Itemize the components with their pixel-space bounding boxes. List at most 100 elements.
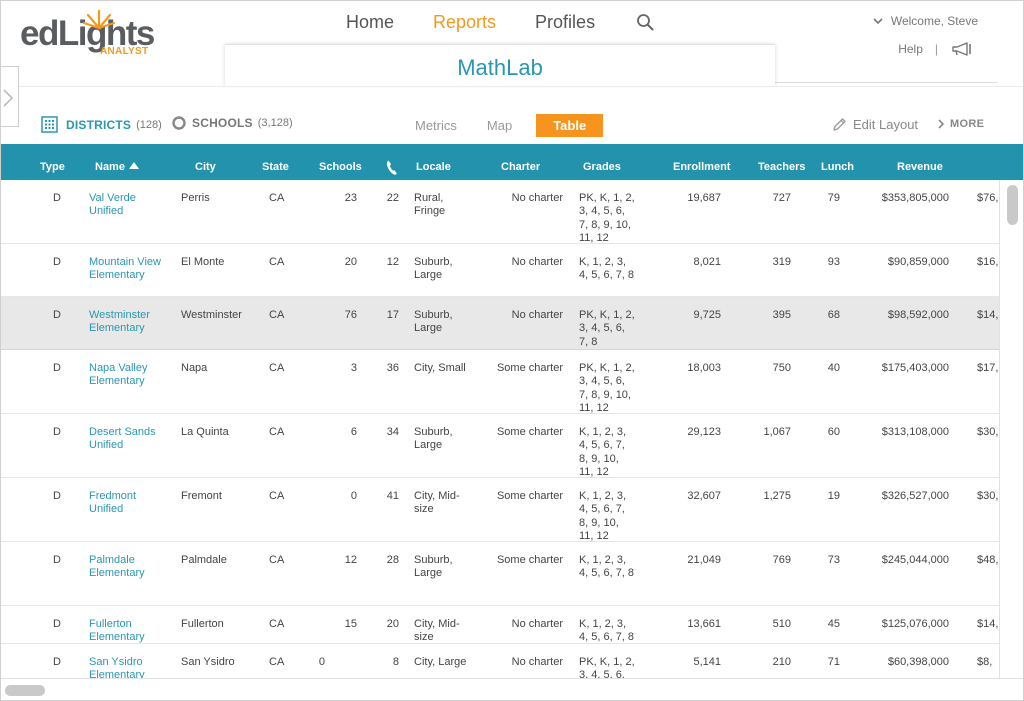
cell-name[interactable]: Val Verde Unified: [89, 192, 177, 219]
cell-revenue: $353,805,000: [859, 192, 949, 205]
cell-locale-line: Large: [414, 269, 443, 282]
districts-label: DISTRICTS: [66, 117, 132, 132]
cell-city: Napa: [181, 362, 261, 375]
help-link[interactable]: Help: [898, 42, 923, 56]
nav-profiles[interactable]: Profiles: [535, 12, 595, 33]
cell-name-line: Unified: [89, 439, 124, 452]
cell-enrollment: 8,021: [661, 256, 721, 269]
cell-teachers-line: 750: [772, 362, 791, 374]
cell-schools: 12: [321, 554, 357, 567]
column-header-schools[interactable]: Schools: [319, 161, 362, 173]
nav-reports[interactable]: Reports: [433, 12, 496, 33]
cell-name-line: Fullerton: [89, 618, 132, 630]
table-row[interactable]: D San Ysidro Elementary San Ysidro CA 0 8 City,…: [1, 644, 999, 680]
tab-metrics[interactable]: Metrics: [415, 115, 457, 137]
districts-scope[interactable]: DISTRICTS (128): [41, 116, 162, 133]
cell-revenue-line: $125,076,000: [881, 618, 949, 630]
cell-name[interactable]: Westminster Elementary: [89, 309, 177, 336]
column-header-name[interactable]: Name: [95, 161, 139, 173]
app-logo[interactable]: edLights ANALYST: [18, 9, 158, 60]
column-header-type[interactable]: Type: [40, 161, 65, 173]
user-menu[interactable]: Welcome, Steve: [873, 14, 978, 28]
cell-grades-line: 4, 5, 6, 7, 8: [579, 269, 635, 282]
cell-lunch: 40: [806, 362, 840, 375]
table-row[interactable]: D Napa Valley Elementary Napa CA 3 36 City, Sma…: [1, 350, 999, 414]
cell-grades-line: 8, 9, 10,: [579, 452, 619, 465]
cell-revenue-line: $326,527,000: [881, 490, 949, 502]
cell-phone-line: 36: [386, 362, 399, 374]
help-row: Help |: [873, 41, 978, 57]
cell-city: Fremont: [181, 490, 261, 503]
table-row[interactable]: D Westminster Elementary Westminster CA 76 17 S…: [1, 297, 999, 350]
cell-schools: 15: [321, 618, 357, 631]
table-row[interactable]: D Mountain View Elementary El Monte CA 20 12 Su…: [1, 244, 999, 297]
cell-type: D: [53, 192, 65, 205]
column-header-locale[interactable]: Locale: [416, 161, 451, 173]
table-row[interactable]: D Fredmont Unified Fremont CA 0 41 City, Mid-si…: [1, 478, 999, 542]
column-header-lunch[interactable]: Lunch: [821, 161, 854, 173]
cell-name[interactable]: Mountain View Elementary: [89, 256, 177, 283]
cell-enrollment: 29,123: [661, 426, 721, 439]
cell-grades: K, 1, 2, 3, 4, 5, 6, 7, 8: [579, 554, 653, 581]
nav-home[interactable]: Home: [346, 12, 394, 33]
table-row[interactable]: D Palmdale Elementary Palmdale CA 12 28 Suburb,…: [1, 542, 999, 606]
cell-teachers: 769: [741, 554, 791, 567]
cell-grades-line: PK, K, 1, 2,: [579, 192, 635, 204]
cell-revenue-line: $60,398,000: [887, 656, 949, 668]
horizontal-scroll-thumb[interactable]: [5, 685, 45, 696]
cell-revenue: $60,398,000: [859, 656, 949, 669]
column-header-charter[interactable]: Charter: [501, 161, 540, 173]
chevron-right-icon: [3, 89, 14, 107]
cell-phone: 20: [371, 618, 399, 631]
radio-icon: [172, 116, 186, 130]
column-header-state[interactable]: State: [262, 161, 289, 173]
help-separator: |: [934, 42, 938, 56]
header-divider: [775, 82, 998, 83]
cell-name[interactable]: Fullerton Elementary: [89, 618, 177, 645]
column-header-city[interactable]: City: [195, 161, 216, 173]
column-header-enrollment[interactable]: Enrollment: [673, 161, 730, 173]
cell-phone-line: 34: [386, 426, 399, 438]
table-row[interactable]: D Val Verde Unified Perris CA 23 22 Rural, Fring…: [1, 180, 999, 244]
cell-grades: K, 1, 2, 3, 4, 5, 6, 7, 8: [579, 618, 653, 645]
search-icon[interactable]: [636, 13, 654, 31]
tab-map[interactable]: Map: [487, 115, 512, 137]
table-row[interactable]: D Desert Sands Unified La Quinta CA 6 34 Suburb…: [1, 414, 999, 478]
cell-name[interactable]: Napa Valley Elementary: [89, 362, 177, 389]
more-button[interactable]: MORE: [937, 118, 984, 130]
cell-revenue: $175,403,000: [859, 362, 949, 375]
cell-revenue-line: $90,859,000: [887, 256, 949, 268]
cell-grades-line: 3, 4, 5, 6,: [579, 322, 625, 335]
cell-revenue: $245,044,000: [859, 554, 949, 567]
cell-name[interactable]: Palmdale Elementary: [89, 554, 177, 581]
cell-locale-line: size: [414, 631, 434, 644]
phone-icon[interactable]: [385, 159, 398, 176]
cell-city-line: La Quinta: [181, 426, 229, 438]
cell-name[interactable]: Desert Sands Unified: [89, 426, 177, 453]
edit-layout-button[interactable]: Edit Layout: [832, 117, 918, 132]
cell-state-line: CA: [269, 362, 285, 374]
cell-locale: City, Mid-size: [414, 490, 484, 517]
column-header-revenue[interactable]: Revenue: [897, 161, 943, 173]
cell-schools: 0: [301, 656, 325, 669]
cell-grades-line: 7, 8, 9, 10,: [579, 388, 631, 401]
vertical-scroll-thumb[interactable]: [1007, 185, 1018, 225]
cell-charter: No charter: [487, 256, 563, 269]
cell-grades-line: 3, 4, 5, 6,: [579, 205, 625, 218]
megaphone-icon[interactable]: [950, 41, 974, 57]
cell-type-line: D: [53, 256, 61, 268]
cell-schools: 3: [321, 362, 357, 375]
cell-state: CA: [269, 490, 299, 503]
cell-phone: 41: [371, 490, 399, 503]
tab-table[interactable]: Table: [536, 114, 604, 137]
horizontal-scrollbar[interactable]: [1, 678, 1023, 700]
cell-grades-line: 7, 8, 9, 10,: [579, 218, 631, 231]
vertical-scrollbar[interactable]: [999, 180, 1023, 680]
cell-locale-line: Large: [414, 322, 443, 335]
cell-name[interactable]: San Ysidro Elementary: [89, 656, 177, 680]
cell-name[interactable]: Fredmont Unified: [89, 490, 177, 517]
column-header-teachers[interactable]: Teachers: [758, 161, 806, 173]
table-row[interactable]: D Fullerton Elementary Fullerton CA 15 20 City,…: [1, 606, 999, 644]
schools-scope[interactable]: SCHOOLS (3,128): [172, 116, 293, 130]
column-header-grades[interactable]: Grades: [583, 161, 621, 173]
